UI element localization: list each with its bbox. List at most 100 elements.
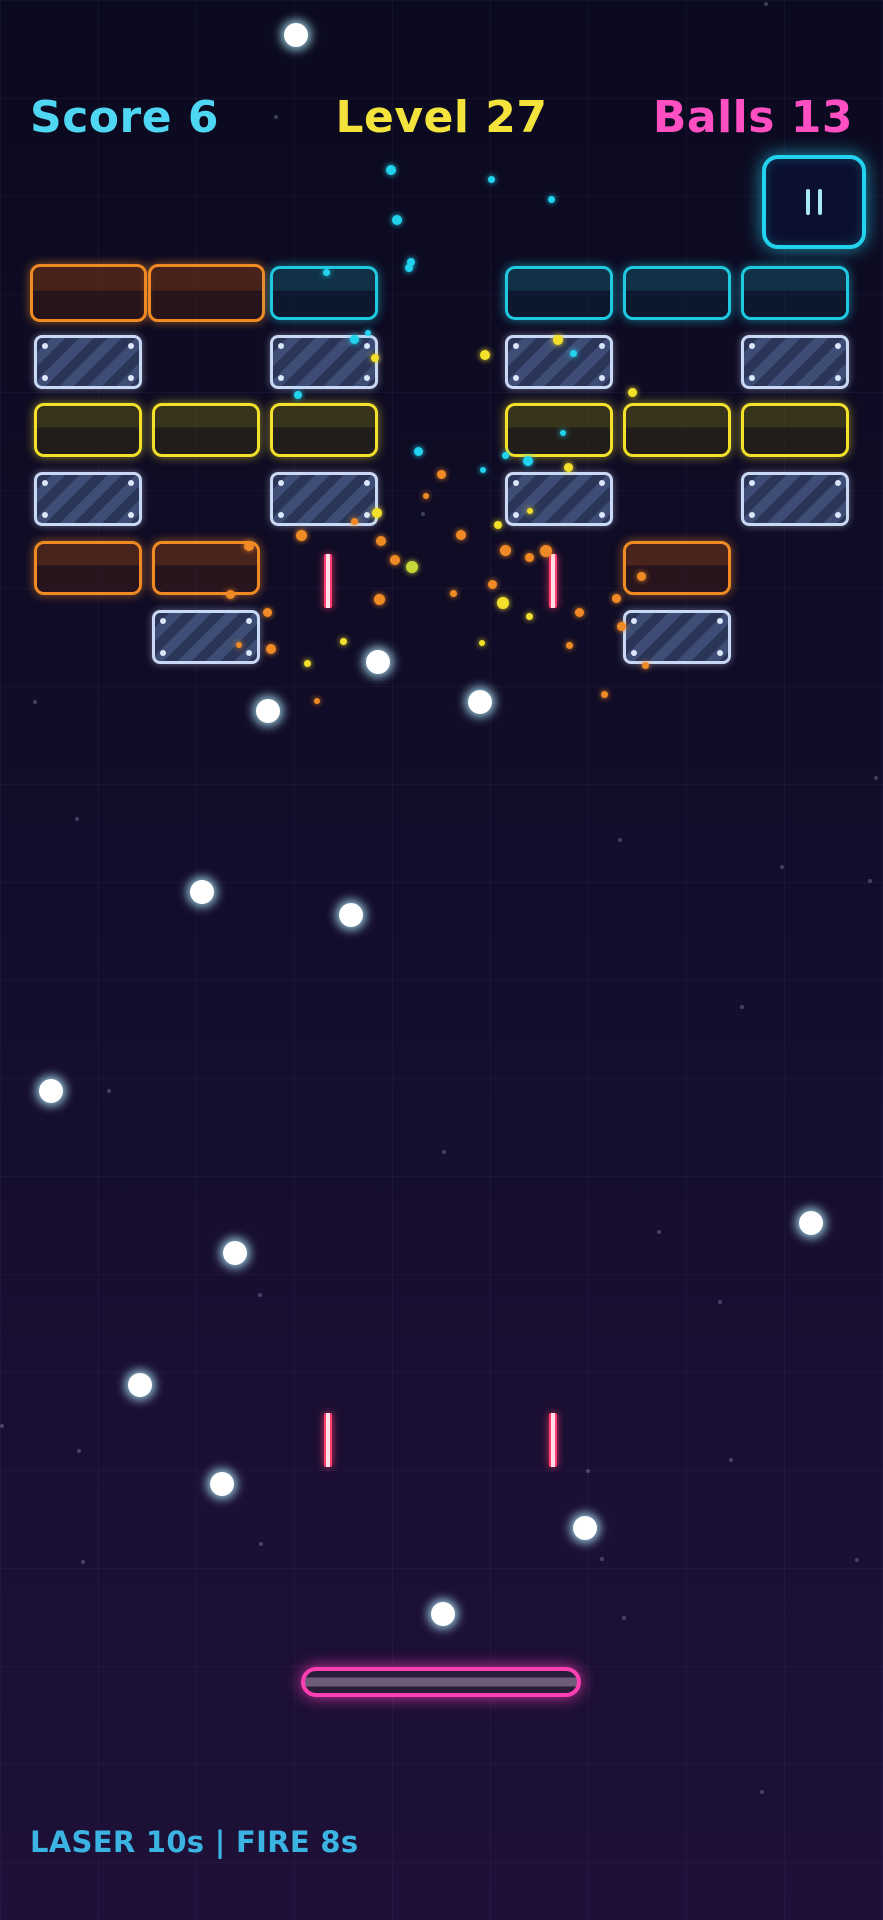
particle: [628, 388, 637, 397]
particle: [480, 350, 490, 360]
star: [600, 1557, 604, 1561]
particle: [374, 594, 385, 605]
particle: [323, 269, 330, 276]
particle: [365, 330, 371, 336]
ball: [366, 650, 390, 674]
particle: [392, 215, 402, 225]
brick-yellow: [505, 403, 613, 457]
particle: [500, 545, 511, 556]
particle: [340, 638, 347, 645]
particle: [526, 613, 533, 620]
particle: [350, 335, 359, 344]
brick-steel: [741, 335, 849, 389]
ball: [190, 880, 214, 904]
laser-bolt: [324, 1413, 332, 1467]
brick-yellow: [34, 403, 142, 457]
star: [764, 2, 768, 6]
laser-bolt: [324, 554, 332, 608]
particle: [527, 508, 533, 514]
star: [107, 1089, 111, 1093]
star: [75, 817, 79, 821]
brick-steel: [34, 472, 142, 526]
star: [618, 838, 622, 842]
star: [586, 1469, 590, 1473]
particle: [566, 642, 573, 649]
particle: [525, 553, 534, 562]
brick-orange: [623, 541, 731, 595]
ball: [431, 1602, 455, 1626]
particle: [456, 530, 466, 540]
ball: [799, 1211, 823, 1235]
ball: [39, 1079, 63, 1103]
star: [780, 865, 784, 869]
particle: [553, 335, 563, 345]
particle: [294, 391, 302, 399]
laser-bolt: [549, 1413, 557, 1467]
pause-icon: [806, 189, 822, 215]
brick-yellow: [152, 403, 260, 457]
paddle[interactable]: [301, 1667, 581, 1697]
particle: [406, 561, 418, 573]
star: [740, 1005, 744, 1009]
pause-button[interactable]: [762, 155, 866, 249]
particle: [502, 452, 509, 459]
particle: [479, 640, 485, 646]
particle: [376, 536, 386, 546]
particle: [236, 642, 242, 648]
particle: [523, 456, 533, 466]
particle: [296, 530, 307, 541]
brick-steel: [34, 335, 142, 389]
particle: [314, 698, 320, 704]
particle: [450, 590, 457, 597]
particle: [371, 354, 379, 362]
brick-yellow: [741, 403, 849, 457]
particle: [575, 608, 584, 617]
star: [855, 1558, 859, 1562]
particle: [497, 597, 509, 609]
particle: [263, 608, 272, 617]
particle: [266, 644, 276, 654]
brick-orange: [30, 264, 147, 322]
ball: [573, 1516, 597, 1540]
brick-orange: [152, 541, 260, 595]
star: [729, 1458, 733, 1462]
particle: [540, 545, 552, 557]
star: [421, 512, 425, 516]
particle: [480, 467, 486, 473]
particle: [494, 521, 502, 529]
brick-cyan: [505, 266, 613, 320]
star: [760, 1790, 764, 1794]
star: [657, 1230, 661, 1234]
particle: [351, 518, 358, 525]
particle: [570, 350, 577, 357]
star: [718, 1300, 722, 1304]
brick-yellow: [623, 403, 731, 457]
star: [868, 879, 872, 883]
particle: [414, 447, 423, 456]
brick-steel: [505, 472, 613, 526]
particle: [560, 430, 566, 436]
star: [259, 1542, 263, 1546]
particle: [548, 196, 555, 203]
particle: [405, 264, 413, 272]
ball: [210, 1472, 234, 1496]
ball: [128, 1373, 152, 1397]
particle: [612, 594, 621, 603]
particle: [488, 176, 495, 183]
brick-steel: [623, 610, 731, 664]
brick-steel: [152, 610, 260, 664]
particle: [601, 691, 608, 698]
ball: [468, 690, 492, 714]
brick-steel: [270, 335, 378, 389]
particle: [423, 493, 429, 499]
particle: [642, 662, 649, 669]
brick-steel: [741, 472, 849, 526]
particle: [390, 555, 400, 565]
balls-remaining-display: Balls 13: [652, 92, 853, 143]
particle: [637, 572, 646, 581]
particle: [304, 660, 311, 667]
laser-bolt: [549, 554, 557, 608]
brick-orange: [34, 541, 142, 595]
particle: [564, 463, 573, 472]
particle: [488, 580, 497, 589]
